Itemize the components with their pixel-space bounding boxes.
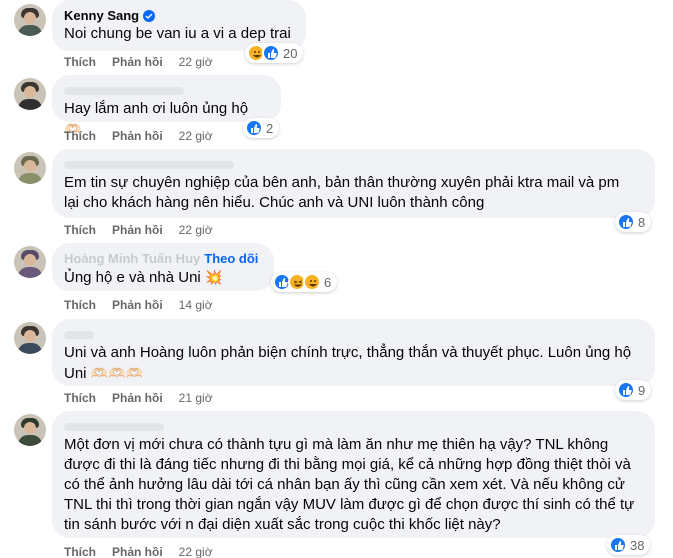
reply-button[interactable]: Phản hồi [112, 128, 163, 144]
comment-actions: Thích Phản hồi 22 giờ [64, 222, 213, 238]
reaction-summary[interactable]: 20 [245, 43, 304, 63]
timestamp[interactable]: 22 giờ [179, 54, 213, 70]
avatar[interactable] [14, 246, 46, 278]
reaction-summary[interactable]: 6 [271, 272, 338, 292]
like-reaction-icon [245, 119, 263, 137]
comment-text: Uni và anh Hoàng luôn phản biện chính tr… [64, 344, 632, 382]
haha-reaction-icon [303, 273, 321, 291]
comment-bubble: Hay lắm anh ơi luôn ủng hộ 🫶🏻 [52, 75, 281, 137]
author-name-blurred [64, 161, 234, 169]
follow-button[interactable]: Theo dõi [204, 251, 258, 267]
comment-actions: Thích Phản hồi 22 giờ [64, 128, 213, 144]
author-name-blurred [64, 331, 94, 339]
comment-bubble: Hoàng Minh Tuấn Huy Theo dõi Ủng hộ e và… [52, 243, 274, 291]
comment-text: Em tin sự chuyên nghiệp của bên anh, bản… [64, 174, 620, 211]
author-name-blurred [64, 423, 164, 431]
reaction-count: 9 [638, 382, 646, 398]
timestamp[interactable]: 21 giờ [179, 390, 213, 406]
avatar[interactable] [14, 78, 46, 110]
avatar[interactable] [14, 414, 46, 446]
reaction-summary[interactable]: 8 [615, 212, 652, 232]
reaction-summary[interactable]: 2 [243, 118, 280, 138]
collision-emoji: 💥 [204, 269, 223, 285]
comment-bubble: Em tin sự chuyên nghiệp của bên anh, bản… [52, 149, 655, 218]
timestamp[interactable]: 22 giờ [179, 544, 213, 558]
timestamp[interactable]: 14 giờ [179, 297, 213, 313]
avatar[interactable] [14, 322, 46, 354]
like-button[interactable]: Thích [64, 54, 96, 70]
reply-button[interactable]: Phản hồi [112, 544, 163, 558]
like-reaction-icon [617, 381, 635, 399]
comment-actions: Thích Phản hồi 22 giờ [64, 54, 213, 70]
reaction-summary[interactable]: 9 [615, 380, 652, 400]
comment-author[interactable] [64, 419, 643, 435]
reply-button[interactable]: Phản hồi [112, 222, 163, 238]
like-button[interactable]: Thích [64, 390, 96, 406]
verified-badge-icon [143, 10, 156, 22]
reaction-count: 38 [630, 537, 645, 553]
comment-bubble: Uni và anh Hoàng luôn phản biện chính tr… [52, 319, 655, 386]
avatar[interactable] [14, 152, 46, 184]
comment-author[interactable] [64, 327, 643, 343]
reply-button[interactable]: Phản hồi [112, 54, 163, 70]
author-name-blurred [64, 87, 184, 95]
like-reaction-icon [617, 213, 635, 231]
comment-text: Noi chung be van iu a vi a dep trai [64, 25, 291, 42]
reaction-count: 20 [283, 45, 298, 61]
comment-actions: Thích Phản hồi 14 giờ [64, 297, 213, 313]
comment-bubble: Một đơn vị mới chưa có thành tựu gì mà l… [52, 411, 655, 538]
timestamp[interactable]: 22 giờ [179, 128, 213, 144]
like-reaction-icon [609, 536, 627, 554]
avatar[interactable] [14, 4, 46, 36]
reply-button[interactable]: Phản hồi [112, 390, 163, 406]
like-button[interactable]: Thích [64, 297, 96, 313]
like-button[interactable]: Thích [64, 222, 96, 238]
timestamp[interactable]: 22 giờ [179, 222, 213, 238]
reply-button[interactable]: Phản hồi [112, 297, 163, 313]
reaction-summary[interactable]: 38 [607, 535, 651, 555]
comment-author[interactable] [64, 83, 269, 99]
reaction-count: 6 [324, 274, 332, 290]
comment-author[interactable] [64, 157, 643, 173]
comment-text: Một đơn vị mới chưa có thành tựu gì mà l… [64, 436, 635, 533]
reaction-count: 8 [638, 214, 646, 230]
comment-author[interactable]: Kenny Sang [64, 8, 294, 24]
comment-author[interactable]: Hoàng Minh Tuấn Huy Theo dõi [64, 251, 262, 267]
like-reaction-icon [262, 44, 280, 62]
heart-hands-emoji: 🫶🏻🫶🏻🫶🏻 [90, 365, 143, 381]
comment-text: Ủng hộ e và nhà Uni 💥 [64, 269, 223, 286]
like-button[interactable]: Thích [64, 544, 96, 558]
comment-actions: Thích Phản hồi 22 giờ [64, 544, 213, 558]
like-button[interactable]: Thích [64, 128, 96, 144]
comment-actions: Thích Phản hồi 21 giờ [64, 390, 213, 406]
reaction-count: 2 [266, 120, 274, 136]
